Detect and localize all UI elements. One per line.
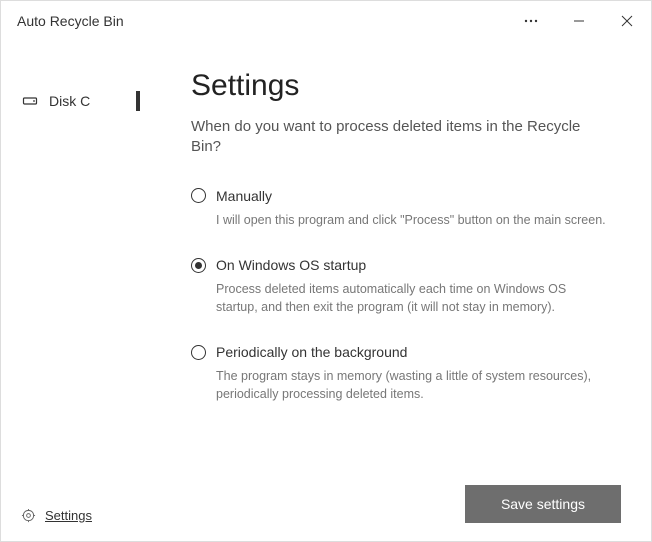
option-manually: Manually I will open this program and cl… xyxy=(191,188,621,230)
radio-icon xyxy=(191,188,206,203)
option-periodically: Periodically on the background The progr… xyxy=(191,344,621,403)
sidebar-spacer xyxy=(1,117,146,496)
sidebar-settings-link[interactable]: Settings xyxy=(1,496,146,541)
more-button[interactable] xyxy=(507,1,555,41)
option-desc: I will open this program and click "Proc… xyxy=(216,212,606,230)
options-group: Manually I will open this program and cl… xyxy=(191,188,621,404)
window-controls xyxy=(507,1,651,41)
radio-icon xyxy=(191,258,206,273)
option-label: On Windows OS startup xyxy=(216,257,366,273)
page-subtitle: When do you want to process deleted item… xyxy=(191,117,601,158)
window-title: Auto Recycle Bin xyxy=(17,13,507,29)
option-on-startup: On Windows OS startup Process deleted it… xyxy=(191,257,621,316)
option-desc: Process deleted items automatically each… xyxy=(216,281,606,316)
close-button[interactable] xyxy=(603,1,651,41)
radio-icon xyxy=(191,345,206,360)
sidebar: Disk C Settings xyxy=(1,41,146,541)
save-settings-button[interactable]: Save settings xyxy=(465,485,621,523)
drive-icon xyxy=(21,93,39,109)
sidebar-settings-label: Settings xyxy=(45,508,92,523)
option-label: Manually xyxy=(216,188,272,204)
radio-periodically[interactable]: Periodically on the background xyxy=(191,344,621,360)
footer: Save settings xyxy=(191,469,621,523)
option-desc: The program stays in memory (wasting a l… xyxy=(216,368,606,403)
body: Disk C Settings Settings When do you wan… xyxy=(1,41,651,541)
option-label: Periodically on the background xyxy=(216,344,407,360)
more-icon xyxy=(524,14,538,28)
gear-icon xyxy=(19,508,37,523)
page-title: Settings xyxy=(191,69,621,103)
radio-on-startup[interactable]: On Windows OS startup xyxy=(191,257,621,273)
radio-manually[interactable]: Manually xyxy=(191,188,621,204)
minimize-button[interactable] xyxy=(555,1,603,41)
minimize-icon xyxy=(573,15,585,27)
sidebar-item-label: Disk C xyxy=(49,93,90,109)
content: Settings When do you want to process del… xyxy=(146,41,651,541)
titlebar: Auto Recycle Bin xyxy=(1,1,651,41)
sidebar-item-disk-c[interactable]: Disk C xyxy=(1,85,146,117)
close-icon xyxy=(621,15,633,27)
